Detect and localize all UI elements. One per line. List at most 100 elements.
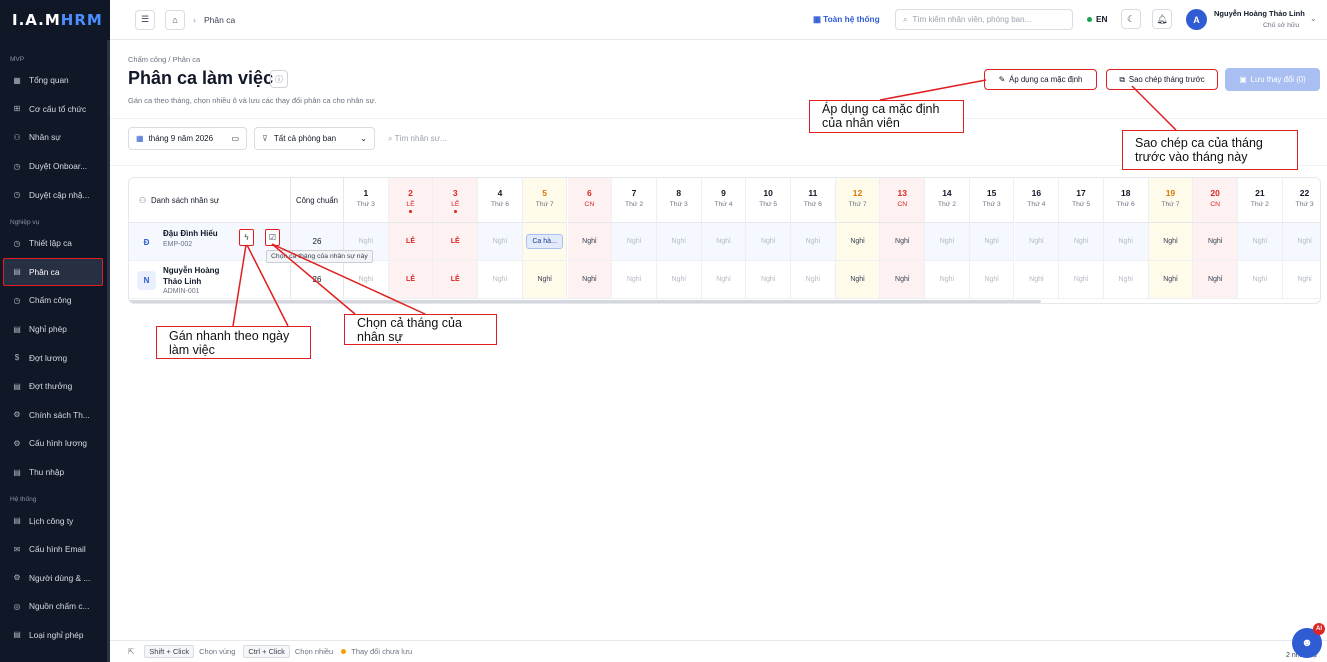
- shift-cell[interactable]: LỄ: [388, 223, 434, 261]
- shift-cell[interactable]: Nghỉ: [567, 261, 613, 299]
- day-header[interactable]: 8 Thứ 3: [656, 178, 702, 223]
- global-search-input[interactable]: ⌕ Tìm kiếm nhân viên, phòng ban...: [895, 9, 1073, 30]
- shift-cell[interactable]: Nghỉ: [925, 223, 970, 261]
- shift-cell[interactable]: Nghỉ: [835, 261, 881, 299]
- day-header[interactable]: 18 Thứ 6: [1103, 178, 1149, 223]
- quick-assign-button[interactable]: ϟ: [239, 229, 254, 246]
- shift-cell[interactable]: Nghỉ: [344, 261, 389, 299]
- sidebar-item[interactable]: ◷ Duyệt cập nhậ...: [0, 180, 110, 209]
- shift-cell[interactable]: LỄ: [433, 223, 479, 261]
- sidebar-item[interactable]: ⚙ Cấu hình lương: [0, 429, 110, 458]
- day-header[interactable]: 16 Thứ 4: [1014, 178, 1060, 223]
- sidebar-item[interactable]: ⚙ Chính sách Th...: [0, 401, 110, 430]
- day-header[interactable]: 15 Thứ 3: [969, 178, 1015, 223]
- sidebar-item[interactable]: ◷ Duyệt Onboar...: [0, 152, 110, 181]
- sidebar-item[interactable]: ▤ Đợt thưởng: [0, 372, 110, 401]
- shift-cell[interactable]: Nghỉ: [925, 261, 970, 299]
- shift-cell[interactable]: Nghỉ: [969, 223, 1015, 261]
- sidebar-item[interactable]: ▤ Loại nghỉ phép: [0, 621, 110, 650]
- shift-cell[interactable]: Nghỉ: [1282, 261, 1320, 299]
- month-picker[interactable]: ▦ tháng 9 năm 2026 ▭: [128, 127, 247, 150]
- sidebar-item[interactable]: ◷ Thiết lập ca: [0, 229, 110, 258]
- day-header[interactable]: 5 Thứ 7: [522, 178, 568, 223]
- day-header[interactable]: 7 Thứ 2: [612, 178, 657, 223]
- day-header[interactable]: 13 CN: [880, 178, 926, 223]
- shift-cell[interactable]: Nghỉ: [1059, 223, 1104, 261]
- home-button[interactable]: ⌂: [165, 9, 185, 30]
- shift-cell[interactable]: Nghỉ: [1103, 261, 1149, 299]
- shift-cell[interactable]: Nghỉ: [567, 223, 613, 261]
- horizontal-scrollbar[interactable]: [129, 300, 1041, 303]
- day-header[interactable]: 17 Thứ 5: [1059, 178, 1104, 223]
- department-select[interactable]: ⊽ Tất cả phòng ban ⌄: [254, 127, 375, 150]
- sidebar-item[interactable]: ▦ Tổng quan: [0, 66, 110, 95]
- menu-toggle-button[interactable]: ☰: [135, 9, 155, 30]
- app-logo[interactable]: I.A.M HRM: [0, 0, 110, 40]
- shift-cell[interactable]: Nghỉ: [1238, 261, 1283, 299]
- save-changes-button[interactable]: ▣ Lưu thay đổi (0): [1225, 68, 1320, 91]
- day-header[interactable]: 21 Thứ 2: [1238, 178, 1283, 223]
- sidebar-item[interactable]: ▤ Nghỉ phép: [0, 315, 110, 344]
- shift-cell[interactable]: Nghỉ: [478, 223, 523, 261]
- day-header[interactable]: 4 Thứ 6: [478, 178, 523, 223]
- shift-cell[interactable]: Nghỉ: [1148, 223, 1194, 261]
- shift-cell[interactable]: Nghỉ: [1148, 261, 1194, 299]
- day-header[interactable]: 10 Thứ 5: [746, 178, 791, 223]
- copy-previous-month-button[interactable]: ⧉ Sao chép tháng trước: [1106, 69, 1218, 90]
- day-header[interactable]: 2 LỄ: [388, 178, 434, 223]
- shift-cell[interactable]: Nghỉ: [746, 261, 791, 299]
- notifications-button[interactable]: 🔔︎: [1152, 9, 1172, 29]
- sidebar-item[interactable]: ⊞ Cơ cấu tổ chức: [0, 95, 110, 124]
- shift-cell[interactable]: LỄ: [388, 261, 434, 299]
- shift-cell[interactable]: Nghỉ: [880, 223, 926, 261]
- day-header[interactable]: 20 CN: [1193, 178, 1238, 223]
- shift-cell[interactable]: Nghỉ: [969, 261, 1015, 299]
- sidebar-item[interactable]: $ Đợt lương: [0, 343, 110, 372]
- shift-cell[interactable]: Nghỉ: [1193, 261, 1238, 299]
- sidebar-scrollbar[interactable]: [107, 40, 110, 662]
- theme-toggle-button[interactable]: ☾: [1121, 9, 1141, 29]
- shift-cell[interactable]: Nghỉ: [791, 223, 836, 261]
- sidebar-item[interactable]: ▤ Lịch công ty: [0, 506, 110, 535]
- sidebar-item[interactable]: ⚙ Người dùng & ...: [0, 564, 110, 593]
- shift-cell[interactable]: Nghỉ: [746, 223, 791, 261]
- info-icon[interactable]: ⓘ: [270, 70, 288, 88]
- shift-cell[interactable]: Nghỉ: [701, 223, 747, 261]
- shift-cell[interactable]: Nghỉ: [1059, 261, 1104, 299]
- apply-default-shift-button[interactable]: ✎ Áp dụng ca mặc định: [984, 69, 1097, 90]
- sidebar-item[interactable]: ✉ Cấu hình Email: [0, 535, 110, 564]
- shift-cell[interactable]: Ca hà...: [522, 223, 568, 261]
- shift-cell[interactable]: Nghỉ: [1014, 261, 1060, 299]
- shift-cell[interactable]: Nghỉ: [612, 223, 657, 261]
- day-header[interactable]: 12 Thứ 7: [835, 178, 881, 223]
- sidebar-item[interactable]: ▤ Phân ca: [3, 257, 103, 287]
- sidebar-item[interactable]: ▤ Thu nhập: [0, 458, 110, 487]
- shift-cell[interactable]: Nghỉ: [656, 223, 702, 261]
- shift-cell[interactable]: Nghỉ: [1282, 223, 1320, 261]
- shift-cell[interactable]: Nghỉ: [1014, 223, 1060, 261]
- chevron-down-icon[interactable]: ⌄: [1310, 14, 1317, 23]
- language-toggle[interactable]: EN: [1087, 14, 1108, 24]
- shift-cell[interactable]: LỄ: [433, 261, 479, 299]
- day-header[interactable]: 11 Thứ 6: [791, 178, 836, 223]
- shift-cell[interactable]: Nghỉ: [1103, 223, 1149, 261]
- day-header[interactable]: 9 Thứ 4: [701, 178, 747, 223]
- shift-cell[interactable]: Nghỉ: [612, 261, 657, 299]
- sidebar-item[interactable]: ◷ Chấm công: [0, 286, 110, 315]
- sidebar-item[interactable]: ⚇ Nhân sự: [0, 123, 110, 152]
- day-header[interactable]: 3 LỄ: [433, 178, 479, 223]
- user-avatar[interactable]: A: [1186, 9, 1207, 30]
- select-month-button[interactable]: ☑: [265, 229, 280, 246]
- system-scope-button[interactable]: ▦ Toàn hệ thống: [813, 14, 880, 24]
- day-header[interactable]: 6 CN: [567, 178, 613, 223]
- shift-cell[interactable]: Nghỉ: [880, 261, 926, 299]
- employee-search-input[interactable]: ⌕ Tìm nhân sư...: [388, 134, 447, 144]
- shift-cell[interactable]: Nghỉ: [478, 261, 523, 299]
- shift-cell[interactable]: Nghỉ: [1193, 223, 1238, 261]
- day-header[interactable]: 1 Thứ 3: [344, 178, 389, 223]
- shift-cell[interactable]: Nghỉ: [522, 261, 568, 299]
- shift-cell[interactable]: Nghỉ: [791, 261, 836, 299]
- shift-cell[interactable]: Nghỉ: [701, 261, 747, 299]
- day-header[interactable]: 22 Thứ 3: [1282, 178, 1320, 223]
- shift-cell[interactable]: Nghỉ: [656, 261, 702, 299]
